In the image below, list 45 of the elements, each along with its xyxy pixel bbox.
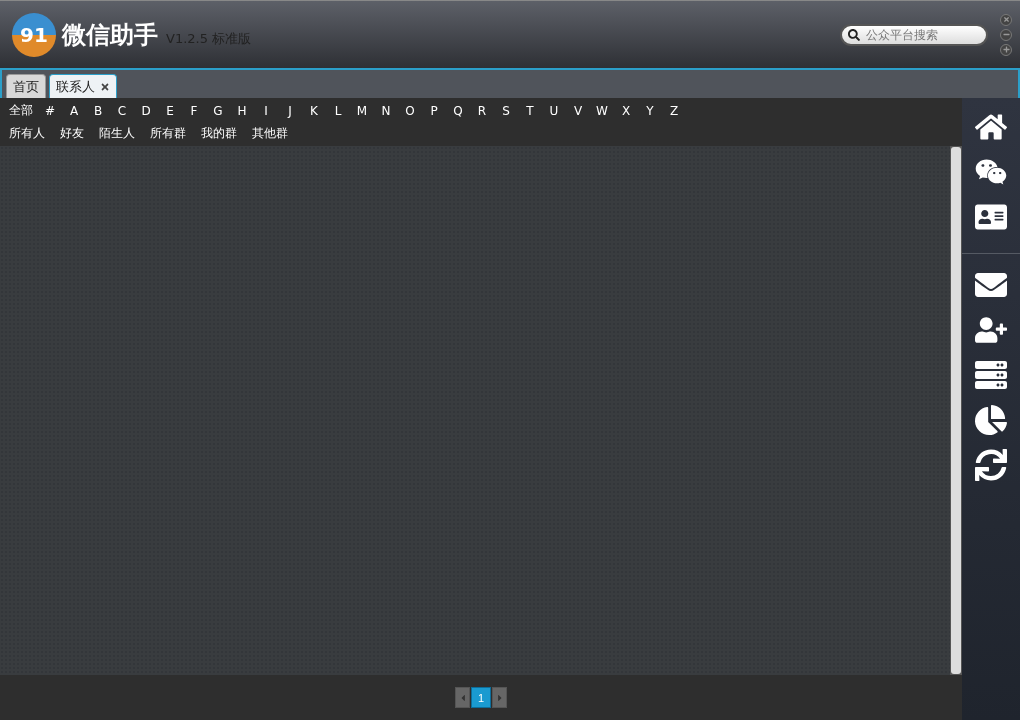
minimize-icon[interactable] [1000, 28, 1012, 41]
group-filter[interactable]: 所有人 [4, 125, 50, 142]
search-field[interactable]: 公众平台搜索 [840, 23, 988, 46]
group-filter[interactable]: 其他群 [247, 125, 293, 142]
letter-filter[interactable]: Y [638, 103, 662, 118]
letter-filter[interactable]: V [566, 103, 590, 118]
letter-filter[interactable]: A [62, 103, 86, 118]
letter-filter[interactable]: Z [662, 103, 686, 118]
group-filter[interactable]: 好友 [55, 125, 89, 142]
letter-filter[interactable]: 全部 [4, 102, 38, 119]
letter-filter[interactable]: O [398, 103, 422, 118]
tab[interactable]: 首页 [6, 74, 46, 98]
letter-filter[interactable]: C [110, 103, 134, 118]
group-filter[interactable]: 所有群 [145, 125, 191, 142]
letter-filter[interactable]: H [230, 103, 254, 118]
letter-filter[interactable]: J [278, 103, 302, 118]
letter-filter[interactable]: G [206, 103, 230, 118]
letter-filter[interactable]: B [86, 103, 110, 118]
letter-filter[interactable]: L [326, 103, 350, 118]
letter-filter[interactable]: W [590, 103, 614, 118]
letter-filter[interactable]: N [374, 103, 398, 118]
search-icon [848, 28, 860, 41]
app-title: 微信助手 [62, 19, 158, 51]
letter-filter[interactable]: # [38, 103, 62, 118]
letter-filter[interactable]: R [470, 103, 494, 118]
letter-filter[interactable]: P [422, 103, 446, 118]
letter-filter[interactable]: Q [446, 103, 470, 118]
tab[interactable]: 联系人 [49, 74, 117, 98]
group-filter[interactable]: 陌生人 [94, 125, 140, 142]
maximize-icon[interactable] [1000, 43, 1012, 56]
letter-filter[interactable]: T [518, 103, 542, 118]
app-logo: 91 [12, 12, 56, 57]
letter-filter[interactable]: F [182, 103, 206, 118]
letter-filter[interactable]: M [350, 103, 374, 118]
letter-filter[interactable]: S [494, 103, 518, 118]
letter-filter[interactable]: X [614, 103, 638, 118]
letter-filter[interactable]: U [542, 103, 566, 118]
letter-filter[interactable]: K [302, 103, 326, 118]
scrollbar[interactable] [950, 146, 962, 675]
close-icon[interactable] [1000, 13, 1012, 26]
letter-filter[interactable]: I [254, 103, 278, 118]
letter-filter[interactable]: E [158, 103, 182, 118]
group-filter[interactable]: 我的群 [196, 125, 242, 142]
close-icon[interactable] [100, 81, 110, 92]
letter-filter[interactable]: D [134, 103, 158, 118]
